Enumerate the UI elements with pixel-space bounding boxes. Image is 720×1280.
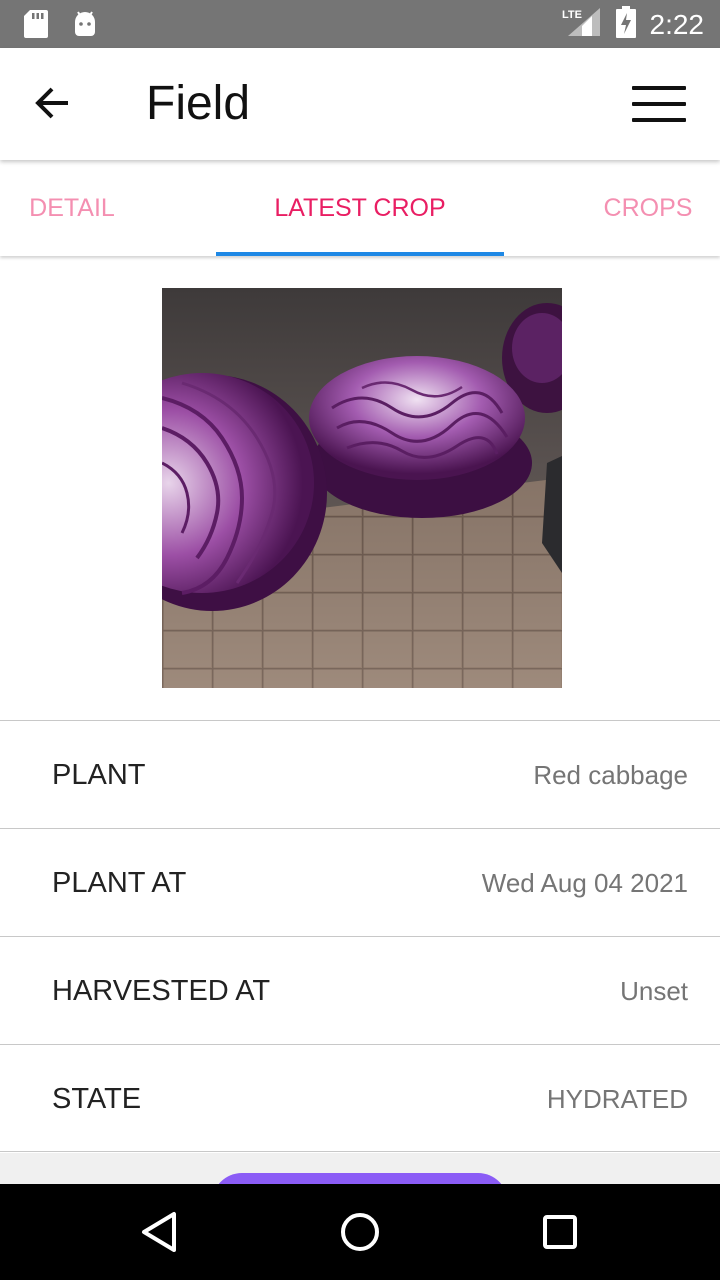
tab-label: CROPS [603, 193, 693, 222]
crop-info-list: PLANT Red cabbage PLANT AT Wed Aug 04 20… [0, 720, 720, 1152]
list-item: PLANT AT Wed Aug 04 2021 [0, 828, 720, 936]
tab-crops[interactable]: CROPS [576, 160, 720, 256]
list-item: HARVESTED AT Unset [0, 936, 720, 1044]
red-cabbage-photo [162, 288, 562, 688]
info-label: PLANT [52, 759, 146, 791]
nav-back-button[interactable] [136, 1208, 184, 1256]
lte-signal-icon: LTE [562, 6, 602, 43]
nav-home-button[interactable] [336, 1208, 384, 1256]
status-bar: LTE 2:22 [0, 0, 720, 48]
info-label: PLANT AT [52, 867, 187, 899]
recents-square-icon [543, 1215, 577, 1249]
info-value: HYDRATED [546, 1084, 688, 1114]
info-value: Unset [620, 976, 688, 1006]
android-icon [72, 10, 98, 43]
tab-label: LATEST CROP [274, 193, 446, 222]
tab-bar: DETAIL LATEST CROP CROPS [0, 160, 720, 256]
action-button[interactable] [212, 1173, 508, 1184]
info-label: HARVESTED AT [52, 975, 271, 1007]
info-value: Wed Aug 04 2021 [481, 868, 688, 898]
tab-detail[interactable]: DETAIL [0, 160, 144, 256]
arrow-left-icon [35, 87, 68, 119]
bottom-action-area [0, 1153, 720, 1184]
tab-indicator [216, 252, 504, 256]
battery-charging-icon [615, 6, 636, 43]
system-nav-bar [0, 1184, 720, 1280]
info-label: STATE [52, 1083, 142, 1115]
status-time: 2:22 [649, 8, 705, 40]
tab-label: DETAIL [29, 193, 115, 222]
list-item: STATE HYDRATED [0, 1044, 720, 1152]
app-bar: Field [0, 48, 720, 160]
sd-card-icon [24, 10, 48, 43]
list-item: PLANT Red cabbage [0, 720, 720, 828]
tab-latest-crop[interactable]: LATEST CROP [216, 160, 504, 256]
back-button[interactable] [28, 78, 78, 128]
home-circle-icon [341, 1213, 379, 1251]
menu-button[interactable] [632, 86, 686, 122]
page-title: Field [146, 77, 251, 130]
nav-recents-button[interactable] [536, 1208, 584, 1256]
back-triangle-icon [142, 1212, 176, 1252]
info-value: Red cabbage [533, 760, 688, 790]
svg-text:LTE: LTE [562, 9, 582, 21]
